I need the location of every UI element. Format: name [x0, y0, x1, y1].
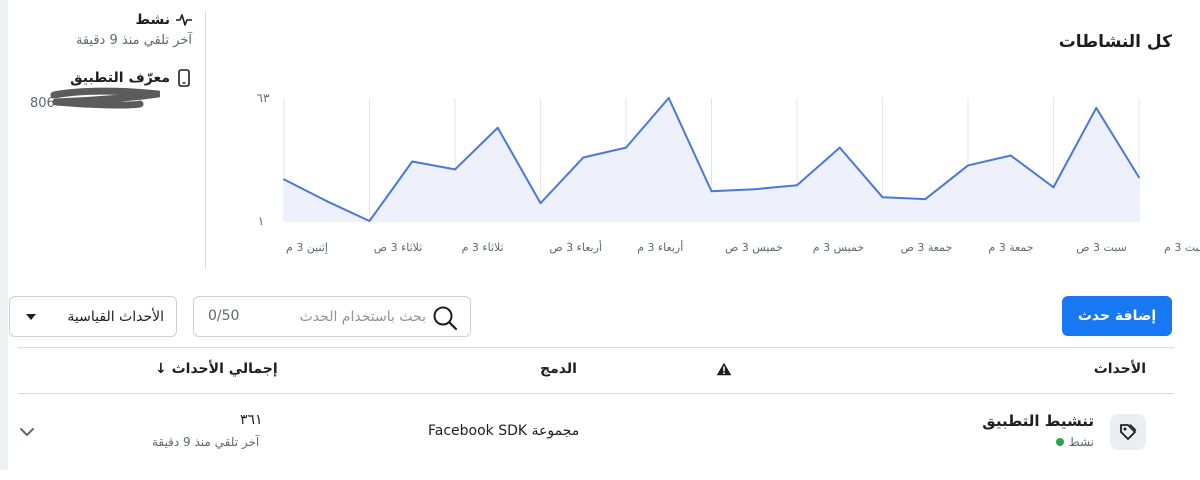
- chart-point: [1138, 176, 1140, 179]
- search-icon: [432, 305, 458, 331]
- chart-point: [368, 220, 371, 222]
- warning-icon: [716, 362, 732, 380]
- event-integration: مجموعة Facebook SDK: [428, 423, 580, 439]
- chart-point: [753, 188, 756, 191]
- chart-point: [710, 190, 713, 193]
- event-last-received: آخر تلقي منذ 9 دقيقة: [152, 435, 260, 449]
- vertical-divider: [205, 10, 206, 270]
- chart-point: [796, 184, 798, 187]
- chart-point: [325, 200, 328, 203]
- event-search[interactable]: 0/50: [193, 296, 471, 337]
- chart-x-tick-label: جمعة 3 م: [988, 241, 1033, 254]
- status-block: نشط آخر تلقي منذ 9 دقيقة: [20, 12, 192, 70]
- event-name[interactable]: تنشيط التطبيق: [982, 412, 1094, 430]
- table-top-border: [18, 347, 1174, 348]
- chevron-down-icon[interactable]: [18, 424, 36, 438]
- caret-down-icon: [26, 313, 36, 320]
- redaction-scribble: [50, 87, 160, 109]
- chart-point: [539, 202, 542, 205]
- select-label: الأحداث القياسية: [67, 308, 164, 325]
- app-id-title-row: معرّف التطبيق: [20, 69, 192, 87]
- search-input[interactable]: [236, 307, 426, 327]
- chart-point: [454, 168, 456, 171]
- status-title-row: نشط: [20, 12, 192, 28]
- table-header-border: [18, 393, 1174, 394]
- event-status-label: نشط: [1068, 435, 1094, 449]
- event-status: نشط: [1055, 435, 1094, 449]
- chart-x-tick-label: ثلاثاء 3 م: [462, 241, 504, 254]
- chart-point: [496, 126, 499, 129]
- chart-point: [625, 146, 627, 149]
- event-tag-icon: [1110, 414, 1146, 450]
- phone-icon: [176, 69, 192, 87]
- event-total: ٣٦١: [240, 412, 263, 428]
- chart-y-tick-label: ٦٣: [257, 91, 270, 105]
- chart-x-tick-label: خميس 3 م: [813, 241, 864, 254]
- status-last-received: آخر تلقي منذ 9 دقيقة: [75, 33, 192, 48]
- chart-point: [582, 156, 585, 159]
- column-header-total-events[interactable]: إجمالي الأحداث ↓: [155, 361, 278, 377]
- chart-point: [1009, 154, 1012, 157]
- chart-point: [924, 198, 927, 201]
- search-char-count: 0/50: [208, 308, 240, 324]
- app-id-title: معرّف التطبيق: [70, 70, 170, 86]
- chart-point: [1052, 186, 1055, 189]
- chart-x-tick-label: خميس 3 ص: [725, 241, 783, 254]
- status-dot-icon: [1055, 438, 1064, 446]
- chart-x-tick-label: جمعة 3 ص: [901, 241, 953, 254]
- chart-point: [411, 160, 414, 163]
- column-header-events[interactable]: الأحداث: [1094, 361, 1146, 377]
- add-event-button[interactable]: إضافة حدث: [1062, 296, 1172, 336]
- standard-events-select[interactable]: الأحداث القياسية: [9, 296, 177, 337]
- chart-point: [967, 164, 969, 167]
- chart-x-tick-label: أربعاء 3 م: [637, 240, 683, 254]
- pulse-icon: [176, 12, 192, 28]
- status-title: نشط: [135, 12, 171, 28]
- chart-point: [1095, 106, 1098, 109]
- chart-point: [881, 196, 884, 199]
- chart-x-tick-label: سبت 3 م: [1164, 241, 1200, 254]
- chart-point: [667, 97, 670, 99]
- chart-x-tick-label: إثنين 3 م: [286, 241, 328, 254]
- chart-x-tick-label: ثلاثاء 3 ص: [374, 241, 423, 254]
- chart-y-tick-label: ١: [258, 214, 264, 228]
- chart-x-tick-label: أربعاء 3 ص: [549, 240, 602, 254]
- chart-point: [283, 178, 285, 181]
- column-header-integration[interactable]: الدمج: [540, 361, 577, 377]
- chart-point: [838, 146, 841, 149]
- chart-x-tick-label: سبت 3 ص: [1076, 241, 1127, 254]
